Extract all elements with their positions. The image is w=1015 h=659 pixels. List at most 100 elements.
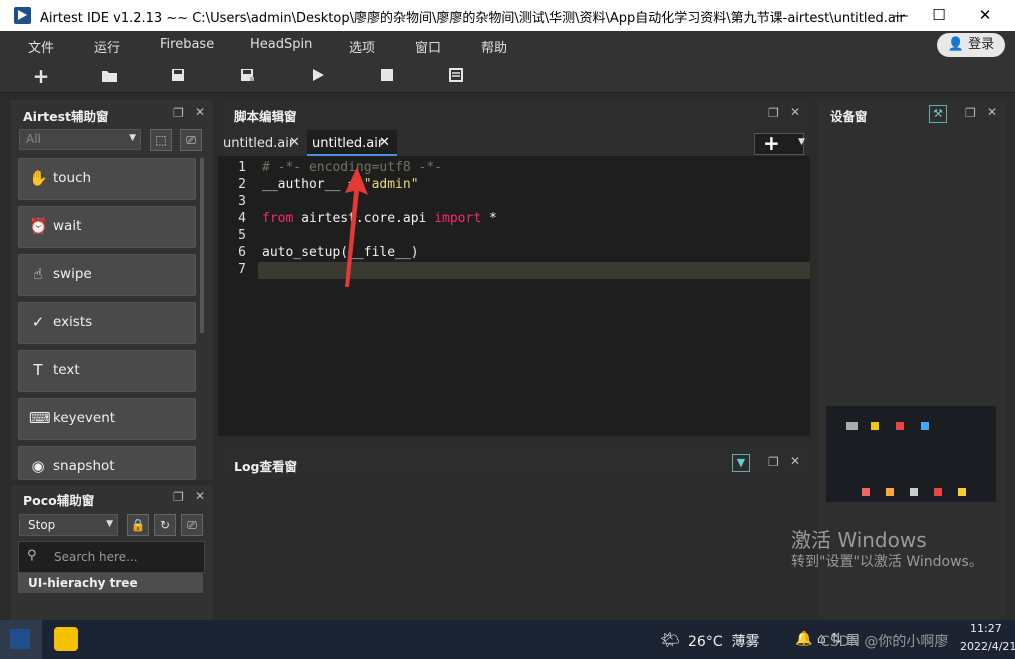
- save-icon[interactable]: [171, 68, 185, 82]
- scrollbar[interactable]: [200, 158, 204, 333]
- code-token: *: [481, 211, 497, 226]
- menu-window[interactable]: 窗口: [415, 37, 441, 56]
- float-icon[interactable]: ❐: [768, 106, 779, 120]
- float-icon[interactable]: ❐: [965, 106, 976, 120]
- line-number: 7: [238, 262, 246, 277]
- login-button[interactable]: 👤 登录: [937, 33, 1005, 57]
- weather-icon: 🌤: [660, 630, 681, 649]
- camera-icon[interactable]: ⎚: [180, 129, 202, 151]
- report-icon[interactable]: [449, 68, 463, 82]
- float-icon[interactable]: ❐: [768, 455, 779, 469]
- poco-search-field[interactable]: ⚲ Search here...: [18, 541, 205, 573]
- code-token: import: [434, 211, 482, 226]
- stop-icon[interactable]: [381, 69, 393, 81]
- panel-close-icon[interactable]: ✕: [195, 489, 205, 503]
- command-label: text: [53, 362, 80, 378]
- search-icon: ⚲: [27, 548, 37, 563]
- lock-icon[interactable]: 🔒: [127, 514, 149, 536]
- line-number: 4: [238, 211, 246, 226]
- code-line[interactable]: 1 # -*- encoding=utf8 -*-: [218, 160, 810, 177]
- panel-close-icon[interactable]: ✕: [987, 105, 997, 119]
- code-line[interactable]: 7: [218, 262, 810, 279]
- check-circle-icon: ✓: [31, 313, 45, 331]
- refresh-icon[interactable]: ↻: [154, 514, 176, 536]
- activate-windows-watermark: 激活 Windows: [791, 528, 927, 552]
- code-line[interactable]: 2 __author__ = "admin": [218, 177, 810, 194]
- airtest-logo-icon: [14, 7, 31, 24]
- new-script-plus-icon[interactable]: +: [29, 64, 53, 88]
- chevron-down-icon[interactable]: ▼: [798, 137, 805, 147]
- menu-file[interactable]: 文件: [28, 37, 54, 56]
- user-icon: 👤: [947, 37, 965, 52]
- tab-untitled-1[interactable]: untitled.air ✕: [218, 130, 305, 156]
- app-icon: [896, 422, 904, 430]
- log-viewer-panel: Log查看窗 ▼ ❐ ✕: [218, 446, 810, 620]
- keyevent-command-button[interactable]: ⌨ keyevent: [18, 398, 196, 440]
- menu-headspin[interactable]: HeadSpin: [250, 37, 312, 52]
- menu-firebase[interactable]: Firebase: [160, 37, 214, 52]
- exists-command-button[interactable]: ✓ exists: [18, 302, 196, 344]
- open-folder-icon[interactable]: [101, 69, 118, 83]
- code-line[interactable]: 5: [218, 228, 810, 245]
- poco-mode-select[interactable]: Stop ▼: [19, 514, 118, 536]
- menu-options[interactable]: 选项: [349, 37, 375, 56]
- poco-panel-title: Poco辅助窗: [23, 493, 95, 508]
- tab-close-icon[interactable]: ✕: [379, 135, 390, 150]
- tab-close-icon[interactable]: ✕: [289, 135, 300, 150]
- wait-command-button[interactable]: ⏰ wait: [18, 206, 196, 248]
- app-icon: [934, 488, 942, 496]
- new-tab-plus-icon[interactable]: +: [754, 133, 804, 155]
- ui-hierarchy-tree-header[interactable]: UI-hierachy tree: [18, 573, 203, 593]
- float-icon[interactable]: ❐: [173, 490, 184, 504]
- log-output: [218, 478, 810, 620]
- touch-command-button[interactable]: ✋ touch: [18, 158, 196, 200]
- text-icon: T: [33, 361, 43, 379]
- code-token: from: [262, 211, 294, 226]
- code-text: from airtest.core.api import *: [262, 211, 497, 226]
- code-line[interactable]: 4 from airtest.core.api import *: [218, 211, 810, 228]
- tools-icon[interactable]: ⚒: [929, 105, 947, 123]
- tab-label: untitled.air: [223, 136, 295, 151]
- maximize-button[interactable]: ☐: [916, 0, 962, 31]
- command-label: swipe: [53, 266, 92, 282]
- device-screen-preview[interactable]: [826, 406, 996, 502]
- airtest-assistant-panel: Airtest辅助窗 ❐ ✕ All ▼ ⬚ ⎚ ✋ touch ⏰ wait ☝ s…: [10, 100, 213, 480]
- line-number: 2: [238, 177, 246, 192]
- activate-windows-hint: 转到"设置"以激活 Windows。: [791, 554, 983, 570]
- app-icon: [862, 488, 870, 496]
- save-as-icon[interactable]: [240, 68, 255, 82]
- code-line[interactable]: 3: [218, 194, 810, 211]
- snapshot-command-button[interactable]: ◉ snapshot: [18, 446, 196, 480]
- filter-icon[interactable]: ▼: [732, 454, 750, 472]
- alarm-clock-icon: ⏰: [29, 217, 48, 235]
- record-icon[interactable]: ⎚: [181, 514, 203, 536]
- menu-run[interactable]: 运行: [94, 37, 120, 56]
- code-editor[interactable]: 1 # -*- encoding=utf8 -*- 2 __author__ = "a…: [218, 156, 810, 436]
- line-number: 6: [238, 245, 246, 260]
- window-title: Airtest IDE v1.2.13 ~~ C:\Users\admin\De…: [40, 11, 905, 26]
- tab-untitled-2-active[interactable]: untitled.air ✕: [307, 130, 397, 156]
- close-button[interactable]: ✕: [962, 0, 1008, 31]
- panel-close-icon[interactable]: ✕: [790, 454, 800, 468]
- app-taskbar-icon[interactable]: [54, 627, 78, 651]
- panel-close-icon[interactable]: ✕: [790, 105, 800, 119]
- record-screen-icon[interactable]: ⬚: [150, 129, 172, 151]
- api-filter-select[interactable]: All ▼: [19, 129, 141, 150]
- swipe-command-button[interactable]: ☝ swipe: [18, 254, 196, 296]
- play-icon[interactable]: [312, 68, 325, 82]
- menu-help[interactable]: 帮助: [481, 37, 507, 56]
- float-icon[interactable]: ❐: [173, 106, 184, 120]
- code-line[interactable]: 6 auto_setup(__file__): [218, 245, 810, 262]
- device-panel-title: 设备窗: [830, 109, 868, 124]
- login-label: 登录: [968, 37, 995, 52]
- swipe-icon: ☝: [33, 265, 43, 283]
- text-command-button[interactable]: Ttext: [18, 350, 196, 392]
- taskbar: 🌤 26°C 薄雾 🔔 ⌂ ⇅ ▤ CSDN @你的小啊廖 11:27 2022…: [0, 620, 1015, 659]
- airtest-taskbar-app[interactable]: [0, 620, 42, 659]
- command-label: wait: [53, 218, 82, 234]
- panel-close-icon[interactable]: ✕: [195, 105, 205, 119]
- app-icon: [910, 488, 918, 496]
- app-icon: [921, 422, 929, 430]
- log-panel-title: Log查看窗: [234, 459, 298, 474]
- editor-tab-bar: untitled.air ✕ untitled.air ✕ + ▼: [218, 128, 810, 156]
